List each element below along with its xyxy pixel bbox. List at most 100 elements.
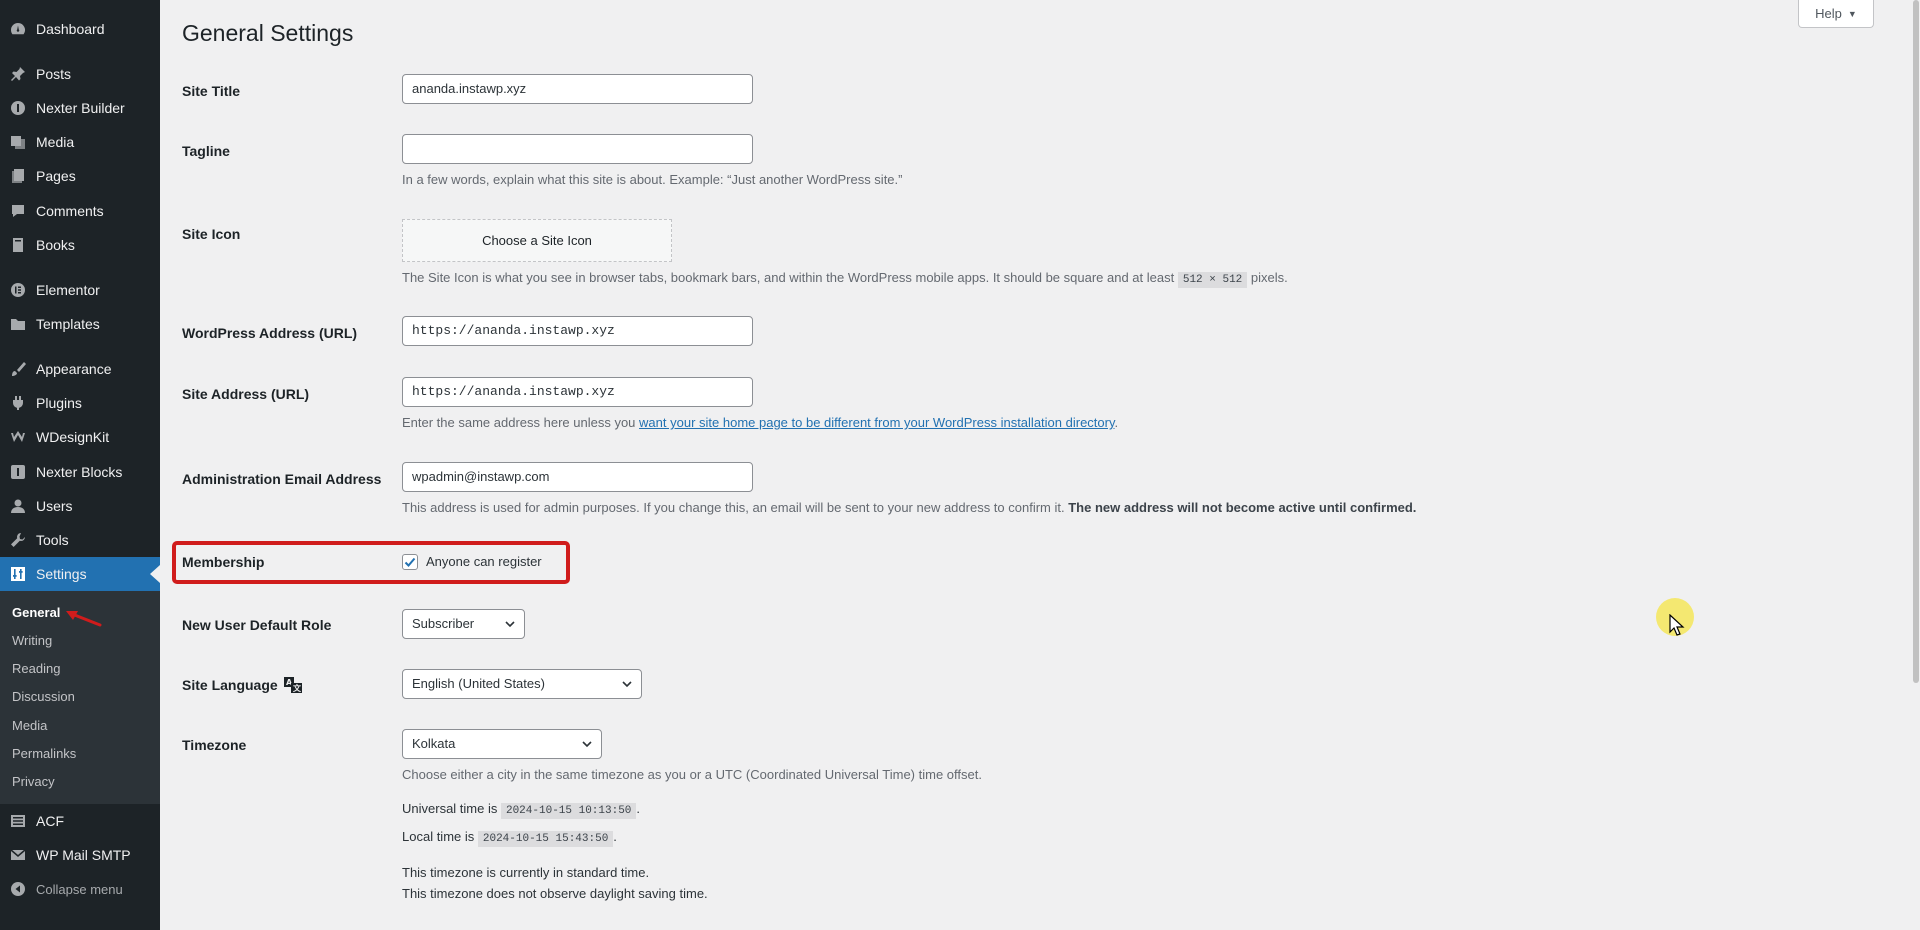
scrollbar-thumb[interactable] — [1913, 0, 1919, 683]
chevron-down-icon — [582, 741, 592, 748]
svg-text:文: 文 — [293, 683, 302, 693]
local-time-row: Local time is 2024-10-15 15:43:50. — [402, 829, 617, 847]
page-title: General Settings — [182, 20, 354, 46]
site-language-value: English (United States) — [412, 676, 545, 691]
universal-time-label: Universal time is — [402, 801, 498, 816]
site-icon-size-code: 512 × 512 — [1177, 272, 1248, 288]
help-button[interactable]: Help ▼ — [1798, 0, 1874, 28]
site-address-help-link[interactable]: want your site home page to be different… — [639, 415, 1114, 430]
site-title-input[interactable]: ananda.instawp.xyz — [402, 74, 753, 104]
site-address-label: Site Address (URL) — [182, 386, 310, 402]
sidebar-item-templates[interactable]: Templates — [0, 307, 160, 341]
comment-icon — [10, 203, 26, 219]
site-address-desc-text: Enter the same address here unless you — [402, 415, 636, 430]
checkmark-icon — [404, 557, 416, 567]
site-language-label: Site Language A文 — [182, 677, 302, 693]
standard-time-note: This timezone is currently in standard t… — [402, 865, 650, 880]
timezone-select[interactable]: Kolkata — [402, 729, 602, 759]
sidebar-item-label: Posts — [36, 66, 72, 82]
sidebar-item-nexter-blocks[interactable]: Nexter Blocks — [0, 455, 160, 489]
chevron-down-icon — [622, 681, 632, 688]
anyone-can-register-label[interactable]: Anyone can register — [426, 554, 542, 569]
acf-icon — [10, 813, 26, 829]
tagline-description: In a few words, explain what this site i… — [402, 172, 903, 187]
page-scrollbar[interactable] — [1912, 0, 1920, 930]
site-address-description: Enter the same address here unless you w… — [402, 415, 1118, 430]
admin-email-desc-strong: The new address will not become active u… — [1068, 500, 1417, 515]
site-icon-desc-tail: pixels. — [1250, 270, 1288, 285]
sidebar-item-settings[interactable]: Settings — [0, 557, 160, 591]
collapse-menu-button[interactable]: Collapse menu — [0, 872, 160, 906]
sidebar-item-wp-mail-smtp[interactable]: WP Mail SMTP — [0, 838, 160, 872]
red-annotation-arrow-icon — [66, 611, 102, 627]
tagline-input[interactable] — [402, 134, 753, 164]
wp-address-label: WordPress Address (URL) — [182, 325, 358, 341]
submenu-item-permalinks[interactable]: Permalinks — [12, 746, 76, 761]
wdesignkit-icon — [10, 429, 26, 445]
collapse-arrow-icon — [10, 881, 26, 897]
sidebar-item-media[interactable]: Media — [0, 125, 160, 159]
choose-site-icon-button[interactable]: Choose a Site Icon — [402, 219, 672, 262]
sidebar-item-dashboard[interactable]: Dashboard — [0, 12, 160, 46]
universal-time-value: 2024-10-15 10:13:50 — [500, 803, 637, 819]
site-address-desc-tail: . — [1114, 415, 1119, 430]
sidebar-item-books[interactable]: Books — [0, 228, 160, 262]
elementor-icon — [10, 282, 26, 298]
brush-icon — [10, 361, 26, 377]
caret-down-icon: ▼ — [1847, 8, 1857, 19]
sidebar-item-label: Tools — [36, 532, 69, 548]
chevron-down-icon — [505, 621, 515, 628]
site-language-select[interactable]: English (United States) — [402, 669, 642, 699]
nexter-blocks-icon — [10, 464, 26, 480]
sidebar-item-label: WP Mail SMTP — [36, 847, 131, 863]
sidebar-item-comments[interactable]: Comments — [0, 194, 160, 228]
submenu-item-general[interactable]: General — [12, 605, 60, 620]
sidebar-item-tools[interactable]: Tools — [0, 523, 160, 557]
translation-icon: A文 — [283, 677, 302, 693]
submenu-item-media[interactable]: Media — [12, 718, 47, 733]
sidebar-item-users[interactable]: Users — [0, 489, 160, 523]
sidebar-item-label: Settings — [36, 566, 87, 582]
submenu-item-writing[interactable]: Writing — [12, 633, 52, 648]
plugin-icon — [10, 395, 26, 411]
sidebar-item-nexter-builder[interactable]: Nexter Builder — [0, 91, 160, 125]
sidebar-item-plugins[interactable]: Plugins — [0, 386, 160, 420]
admin-email-label: Administration Email Address — [182, 471, 382, 487]
sidebar-item-wdesignkit[interactable]: WDesignKit — [0, 420, 160, 454]
default-role-select[interactable]: Subscriber — [402, 609, 525, 639]
sidebar-item-elementor[interactable]: Elementor — [0, 273, 160, 307]
sidebar-item-label: Books — [36, 237, 75, 253]
site-icon-desc-text: The Site Icon is what you see in browser… — [402, 270, 1175, 285]
collapse-menu-label: Collapse menu — [36, 882, 123, 897]
sidebar-item-label: Nexter Blocks — [36, 464, 123, 480]
submenu-item-discussion[interactable]: Discussion — [12, 689, 75, 704]
admin-sidebar: Dashboard Posts Nexter Builder Media Pag… — [0, 0, 160, 930]
site-icon-description: The Site Icon is what you see in browser… — [402, 270, 1288, 288]
timezone-value: Kolkata — [412, 736, 456, 751]
sidebar-item-posts[interactable]: Posts — [0, 57, 160, 91]
user-icon — [10, 498, 26, 514]
mouse-cursor-icon — [1669, 614, 1685, 636]
settings-main: General Settings Help ▼ Site Title anand… — [160, 0, 1920, 930]
sidebar-item-label: Pages — [36, 168, 76, 184]
admin-email-desc-text: This address is used for admin purposes.… — [402, 500, 1065, 515]
sidebar-item-appearance[interactable]: Appearance — [0, 352, 160, 386]
local-time-label: Local time is — [402, 829, 475, 844]
submenu-item-reading[interactable]: Reading — [12, 661, 60, 676]
sidebar-item-label: Users — [36, 498, 73, 514]
timezone-description: Choose either a city in the same timezon… — [402, 767, 982, 782]
sidebar-item-acf[interactable]: ACF — [0, 804, 160, 838]
wp-address-input[interactable]: https://ananda.instawp.xyz — [402, 316, 753, 346]
sidebar-item-pages[interactable]: Pages — [0, 159, 160, 193]
pages-icon — [10, 168, 26, 184]
site-language-label-text: Site Language — [182, 677, 278, 693]
folder-icon — [10, 316, 26, 332]
media-icon — [10, 134, 26, 150]
site-address-input[interactable]: https://ananda.instawp.xyz — [402, 377, 753, 407]
admin-email-input[interactable]: wpadmin@instawp.com — [402, 462, 753, 492]
settings-icon — [10, 566, 26, 582]
sidebar-item-label: Elementor — [36, 282, 100, 298]
pin-icon — [10, 66, 26, 82]
anyone-can-register-checkbox[interactable] — [402, 554, 418, 570]
submenu-item-privacy[interactable]: Privacy — [12, 774, 55, 789]
